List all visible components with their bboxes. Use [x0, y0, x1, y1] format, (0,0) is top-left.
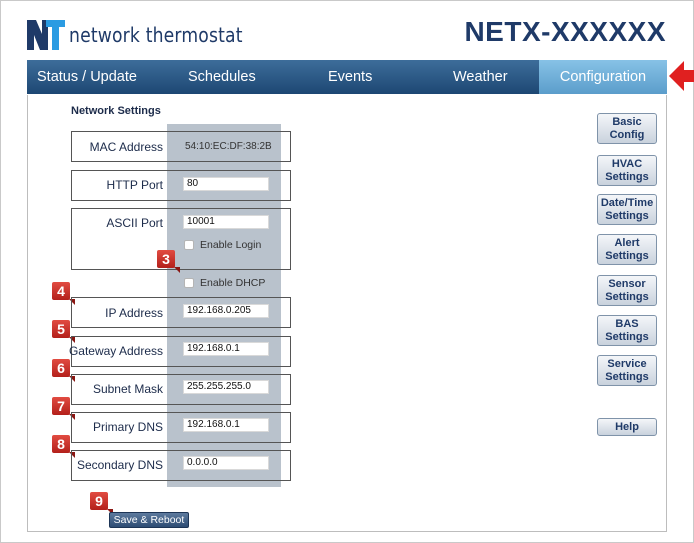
sensor-settings-button[interactable]: Sensor Settings: [597, 275, 657, 306]
enable-dhcp-checkbox[interactable]: [184, 278, 194, 288]
step-badge-6: 6: [52, 359, 70, 377]
main-nav: Status / Update Schedules Events Weather…: [27, 60, 667, 94]
gateway-label: Gateway Address: [68, 344, 163, 358]
red-arrow-pointer-icon: [669, 61, 694, 91]
gateway-input[interactable]: 192.168.0.1: [183, 342, 269, 356]
secondary-dns-label: Secondary DNS: [76, 458, 163, 472]
enable-dhcp-label: Enable DHCP: [200, 277, 266, 289]
ip-address-input[interactable]: 192.168.0.205: [183, 304, 269, 318]
tab-weather[interactable]: Weather: [442, 60, 539, 94]
tab-configuration[interactable]: Configuration: [539, 60, 667, 94]
tab-status-update[interactable]: Status / Update: [27, 60, 177, 94]
step-badge-3: 3: [157, 250, 175, 268]
tab-events[interactable]: Events: [317, 60, 442, 94]
brand-logo: network thermostat: [27, 18, 271, 52]
primary-dns-input[interactable]: 192.168.0.1: [183, 418, 269, 432]
secondary-dns-input[interactable]: 0.0.0.0: [183, 456, 269, 470]
hvac-settings-button[interactable]: HVAC Settings: [597, 155, 657, 186]
device-name: NETX-XXXXXX: [464, 16, 666, 47]
alert-settings-button[interactable]: Alert Settings: [597, 234, 657, 265]
step-badge-7: 7: [52, 397, 70, 415]
step-badge-4: 4: [52, 282, 70, 300]
date-time-settings-button[interactable]: Date/Time Settings: [597, 194, 657, 225]
section-title: Network Settings: [71, 105, 161, 117]
brand-name: network thermostat: [69, 23, 243, 47]
subnet-label: Subnet Mask: [92, 382, 163, 396]
nt-logo-icon: [27, 20, 65, 50]
step-badge-5: 5: [52, 320, 70, 338]
mac-address-value: 54:10:EC:DF:38:2B: [185, 141, 272, 152]
http-port-label: HTTP Port: [106, 178, 163, 192]
basic-config-button[interactable]: Basic Config: [597, 113, 657, 144]
service-settings-button[interactable]: Service Settings: [597, 355, 657, 386]
ascii-port-input[interactable]: 10001: [183, 215, 269, 229]
subnet-input[interactable]: 255.255.255.0: [183, 380, 269, 394]
step-badge-9: 9: [90, 492, 108, 510]
primary-dns-label: Primary DNS: [92, 420, 163, 434]
http-port-input[interactable]: 80: [183, 177, 269, 191]
tab-schedules[interactable]: Schedules: [177, 60, 317, 94]
ip-address-label: IP Address: [105, 306, 163, 320]
ascii-port-label: ASCII Port: [106, 216, 163, 230]
enable-login-checkbox[interactable]: [184, 240, 194, 250]
step-badge-8: 8: [52, 435, 70, 453]
save-reboot-button[interactable]: Save & Reboot: [109, 512, 189, 528]
mac-address-label: MAC Address: [89, 140, 163, 154]
help-button[interactable]: Help: [597, 418, 657, 436]
bas-settings-button[interactable]: BAS Settings: [597, 315, 657, 346]
enable-login-label: Enable Login: [200, 239, 262, 251]
